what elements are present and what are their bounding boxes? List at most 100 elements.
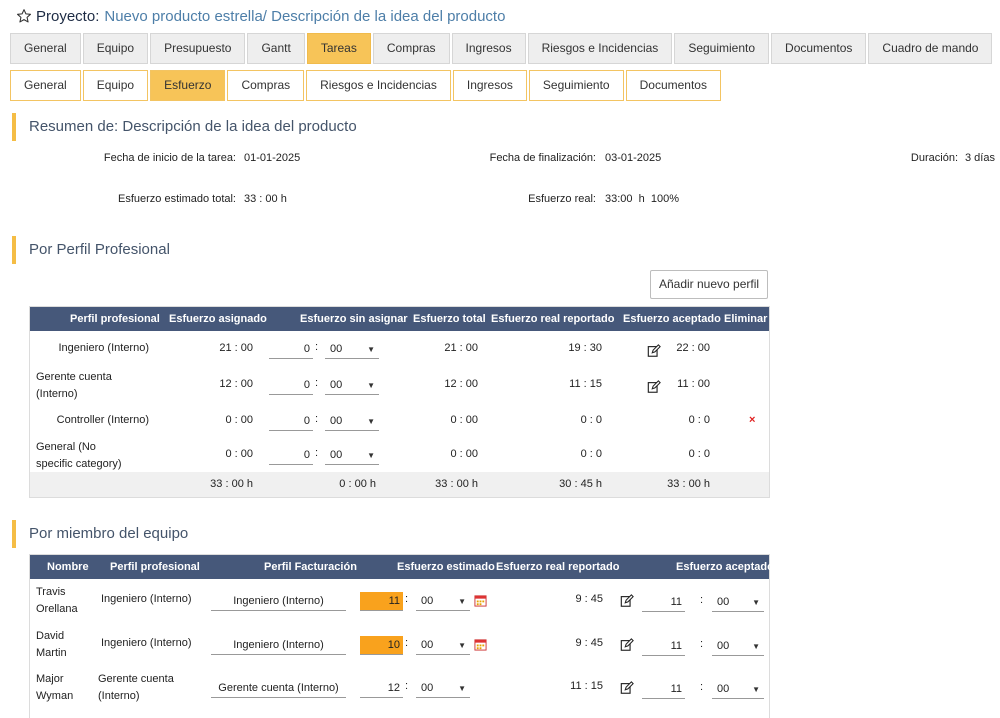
tab-compras[interactable]: Compras [372, 33, 450, 64]
real-effort: 0 : 0 [580, 448, 602, 460]
tab-equipo[interactable]: Equipo [82, 33, 149, 64]
member-profile: Gerente cuenta (Interno) [98, 673, 174, 702]
unassigned-minutes-select[interactable]: 00 ▼ [325, 412, 379, 431]
billing-profile-select[interactable]: Ingeniero (Interno) [211, 636, 346, 655]
estimated-hours-input[interactable]: 11 [360, 592, 403, 611]
profile-name: Ingeniero (Interno) [58, 342, 150, 354]
member-real-effort: 9 : 45 [575, 593, 603, 605]
billing-profile-select[interactable]: Gerente cuenta (Interno) [211, 679, 346, 698]
real-effort: 19 : 30 [568, 342, 602, 354]
chevron-down-icon: ▼ [752, 598, 760, 607]
accepted-effort: 0 : 0 [688, 448, 710, 460]
assigned-effort: 0 : 00 [225, 414, 253, 426]
unassigned-minutes-select[interactable]: 00 ▼ [325, 376, 379, 395]
calendar-icon[interactable] [474, 594, 487, 607]
estimated-effort-label: Esfuerzo estimado total: [117, 193, 236, 205]
col-aceptado: Esfuerzo aceptado [623, 313, 721, 325]
accepted-minutes-select[interactable]: 00 ▼ [712, 593, 764, 612]
total-real: 30 : 45 h [559, 478, 602, 490]
subtab-seguimiento[interactable]: Seguimiento [528, 70, 624, 101]
main-tabs: General Equipo Presupuesto Gantt Tareas Compr… [10, 33, 994, 64]
col-asignado: Esfuerzo asignado [169, 313, 267, 325]
col-nombre: Nombre [47, 561, 89, 573]
delete-icon[interactable]: × [749, 414, 755, 426]
estimated-minutes-select[interactable]: 00 ▼ [416, 592, 470, 611]
unassigned-minutes-select[interactable]: 00 ▼ [325, 446, 379, 465]
total-total: 33 : 00 h [435, 478, 478, 490]
total-accepted: 33 : 00 h [667, 478, 710, 490]
real-effort: 0 : 0 [580, 414, 602, 426]
total-effort: 21 : 00 [444, 342, 478, 354]
tab-presupuesto[interactable]: Presupuesto [150, 33, 246, 64]
edit-icon[interactable] [620, 594, 634, 608]
subtab-general[interactable]: General [10, 70, 81, 101]
tab-documentos[interactable]: Documentos [771, 33, 867, 64]
tab-cuadro-de-mando[interactable]: Cuadro de mando [868, 33, 993, 64]
col-perfil-profesional: Perfil profesional [110, 561, 200, 573]
star-icon[interactable] [16, 8, 32, 24]
unassigned-hours-input[interactable]: 0 [269, 412, 313, 431]
accepted-minutes-select[interactable]: 00 ▼ [712, 637, 764, 656]
tab-seguimiento[interactable]: Seguimiento [674, 33, 770, 64]
subtab-ingresos[interactable]: Ingresos [452, 70, 527, 101]
chevron-down-icon: ▼ [752, 685, 760, 694]
unassigned-minutes-select[interactable]: 00 ▼ [325, 340, 379, 359]
unassigned-hours-input[interactable]: 0 [269, 376, 313, 395]
subtab-documentos[interactable]: Documentos [625, 70, 721, 101]
total-assigned: 33 : 00 h [210, 478, 253, 490]
edit-icon[interactable] [620, 681, 634, 695]
edit-icon[interactable] [647, 344, 661, 358]
assigned-effort: 12 : 00 [219, 378, 253, 390]
unassigned-hours-input[interactable]: 0 [269, 446, 313, 465]
accepted-hours-input[interactable]: 11 [642, 593, 685, 612]
accepted-minutes-select[interactable]: 00 ▼ [712, 680, 764, 699]
calendar-icon[interactable] [474, 638, 487, 651]
profiles-total-row: 33 : 00 h 0 : 00 h 33 : 00 h 30 : 45 h 3… [30, 472, 769, 497]
assigned-effort: 21 : 00 [219, 342, 253, 354]
end-date-value: 03-01-2025 [605, 152, 662, 164]
members-table-header: Nombre Perfil profesional Perfil Factura… [30, 555, 774, 579]
billing-profile-select[interactable]: Ingeniero (Interno) [211, 592, 346, 611]
member-profile: Ingeniero (Interno) [101, 637, 192, 649]
edit-icon[interactable] [647, 380, 661, 394]
chevron-down-icon: ▼ [458, 684, 466, 693]
end-date-label: Fecha de finalización: [489, 152, 596, 164]
time-separator: : [315, 413, 319, 425]
subtab-riesgos-e-incidencias[interactable]: Riesgos e Incidencias [306, 70, 451, 101]
estimated-minutes-value: 00 [421, 595, 434, 607]
estimated-minutes-select[interactable]: 00 ▼ [416, 636, 470, 655]
unassigned-minutes-value: 00 [330, 449, 343, 461]
add-profile-button[interactable]: Añadir nuevo perfil [650, 270, 768, 299]
estimated-minutes-select[interactable]: 00 ▼ [416, 679, 470, 698]
accepted-minutes-value: 00 [717, 640, 730, 652]
unassigned-hours-input[interactable]: 0 [269, 340, 313, 359]
estimated-hours-input[interactable]: 12 [360, 679, 403, 698]
member-row: Major Wyman Gerente cuenta (Interno) Geren… [30, 667, 769, 710]
time-separator: : [700, 594, 704, 606]
edit-icon[interactable] [620, 638, 634, 652]
col-perfil-facturacion: Perfil Facturación [264, 561, 357, 573]
subtab-esfuerzo[interactable]: Esfuerzo [150, 70, 226, 101]
tab-general[interactable]: General [10, 33, 81, 64]
accepted-minutes-value: 00 [717, 596, 730, 608]
col-esfuerzo-real: Esfuerzo real reportado [496, 561, 620, 573]
accepted-minutes-value: 00 [717, 683, 730, 695]
profiles-table-header: Perfil profesional Esfuerzo asignado Esf… [30, 307, 769, 331]
duration-value: 3 días [965, 152, 995, 164]
tab-riesgos-e-incidencias[interactable]: Riesgos e Incidencias [527, 33, 673, 64]
estimated-minutes-value: 00 [421, 639, 434, 651]
time-separator: : [315, 377, 319, 389]
member-name: Travis Orellana [36, 586, 78, 615]
tab-tareas[interactable]: Tareas [306, 33, 371, 64]
tab-ingresos[interactable]: Ingresos [451, 33, 526, 64]
tab-gantt[interactable]: Gantt [247, 33, 305, 64]
subtab-equipo[interactable]: Equipo [82, 70, 149, 101]
accepted-hours-input[interactable]: 11 [642, 637, 685, 656]
chevron-down-icon: ▼ [367, 345, 375, 354]
col-total: Esfuerzo total [413, 313, 486, 325]
subtab-compras[interactable]: Compras [227, 70, 305, 101]
accepted-hours-input[interactable]: 11 [642, 680, 685, 699]
estimated-hours-input[interactable]: 10 [360, 636, 403, 655]
project-title[interactable]: Nuevo producto estrella/ Descripción de … [104, 8, 505, 25]
profiles-title: Por Perfil Profesional [29, 241, 170, 258]
